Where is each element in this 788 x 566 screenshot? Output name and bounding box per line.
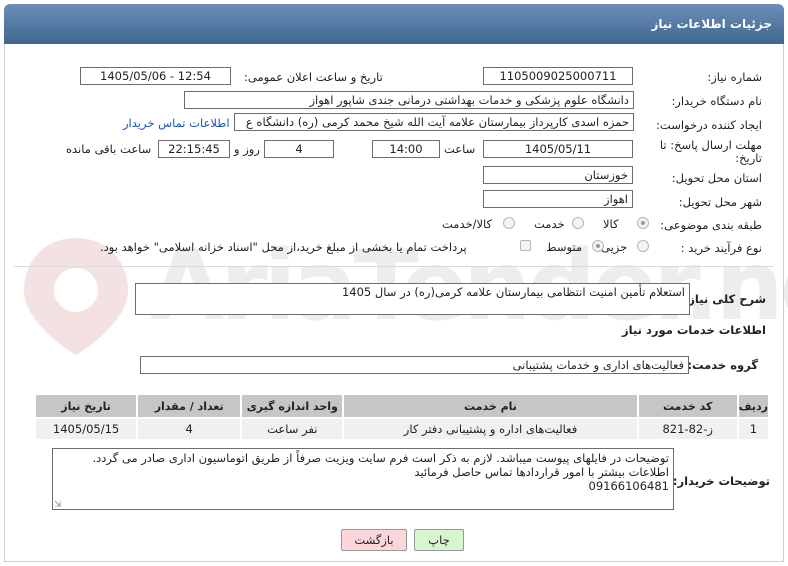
- category-radio-service[interactable]: [572, 217, 584, 229]
- cell-quantity: 4: [136, 417, 243, 441]
- requester-field: حمزه اسدی کارپرداز بیمارستان علامه آیت ا…: [234, 113, 634, 131]
- time-remaining-label: ساعت باقی مانده: [66, 142, 152, 156]
- buyer-contact-link[interactable]: اطلاعات تماس خریدار: [123, 116, 230, 130]
- services-table: ردیف کد خدمت نام خدمت واحد اندازه گیری ت…: [33, 393, 771, 441]
- days-label: روز و: [234, 142, 260, 156]
- category-option-goods: کالا: [603, 217, 619, 231]
- divider: [14, 266, 774, 267]
- time-remaining-field: 22:15:45: [158, 140, 230, 158]
- col-need-date: تاریخ نیاز: [33, 393, 139, 419]
- announce-date-field: 1405/05/06 - 12:54: [80, 67, 231, 85]
- buyer-org-label: نام دستگاه خریدار:: [671, 94, 762, 108]
- cell-service-name: فعالیت‌های اداره و پشتیبانی دفتر کار: [342, 417, 639, 441]
- buyer-notes-line: توضیحات در فایلهای پیوست میباشد. لازم به…: [92, 451, 669, 465]
- deadline-time-label: ساعت: [444, 142, 476, 156]
- treasury-payment-checkbox[interactable]: [520, 240, 531, 251]
- deadline-label: مهلت ارسال پاسخ: تا: [659, 138, 762, 152]
- province-label: استان محل تحویل:: [671, 171, 762, 185]
- table-header-row: ردیف کد خدمت نام خدمت واحد اندازه گیری ت…: [33, 393, 771, 419]
- city-field: اهواز: [483, 190, 633, 208]
- cell-need-date: 1405/05/15: [33, 417, 139, 441]
- deadline-time-field: 14:00: [372, 140, 440, 158]
- purchase-option-medium: متوسط: [546, 240, 583, 254]
- print-button[interactable]: چاپ: [414, 529, 464, 551]
- col-service-code: کد خدمت: [636, 393, 739, 419]
- back-button[interactable]: بازگشت: [341, 529, 407, 551]
- category-radio-goods-service[interactable]: [503, 217, 515, 229]
- page-title: جزئیات اطلاعات نیاز: [651, 17, 772, 31]
- purchase-radio-medium[interactable]: [592, 240, 604, 252]
- services-section-title: اطلاعات خدمات مورد نیاز: [622, 323, 766, 337]
- category-label: طبقه بندی موضوعی:: [660, 218, 762, 232]
- requester-label: ایجاد کننده درخواست:: [656, 118, 762, 132]
- summary-field: استعلام تأمین امنیت انتظامی بیمارستان عل…: [135, 283, 690, 315]
- deadline-date-label: تاریخ:: [735, 151, 762, 165]
- buyer-notes-line: 09166106481: [588, 479, 669, 493]
- col-quantity: تعداد / مقدار: [136, 393, 243, 419]
- buyer-notes-line: اطلاعات بیشتر با امور قراردادها تماس حاص…: [414, 465, 669, 479]
- treasury-payment-note: پرداخت تمام یا بخشی از مبلغ خرید،از محل …: [100, 240, 467, 254]
- cell-row: 1: [736, 417, 771, 441]
- province-field: خوزستان: [483, 166, 633, 184]
- deadline-date-field: 1405/05/11: [483, 140, 633, 158]
- cell-service-code: ز-82-821: [636, 417, 739, 441]
- category-radio-goods[interactable]: [637, 217, 649, 229]
- category-option-service: خدمت: [534, 217, 565, 231]
- buyer-org-field: دانشگاه علوم پزشکی و خدمات بهداشتی درمان…: [184, 91, 634, 109]
- buyer-notes-field: توضیحات در فایلهای پیوست میباشد. لازم به…: [52, 448, 674, 510]
- summary-label: شرح کلی نیاز:: [683, 292, 766, 306]
- page-header: جزئیات اطلاعات نیاز: [4, 4, 784, 44]
- service-group-label: گروه خدمت:: [687, 358, 758, 372]
- purchase-type-label: نوع فرآیند خرید :: [680, 241, 762, 255]
- service-group-field: فعالیت‌های اداری و خدمات پشتیبانی: [140, 356, 689, 374]
- days-remaining-field: 4: [264, 140, 334, 158]
- col-service-name: نام خدمت: [342, 393, 639, 419]
- purchase-radio-minor[interactable]: [637, 240, 649, 252]
- cell-unit: نفر ساعت: [240, 417, 345, 441]
- purchase-option-minor: جزیی: [601, 240, 628, 254]
- need-number-field: 1105009025000711: [483, 67, 633, 85]
- table-row: 1 ز-82-821 فعالیت‌های اداره و پشتیبانی د…: [33, 417, 771, 441]
- resize-handle-icon[interactable]: ⇲: [54, 500, 62, 510]
- city-label: شهر محل تحویل:: [678, 195, 762, 209]
- category-option-goods-service: کالا/خدمت: [442, 217, 493, 231]
- need-number-label: شماره نیاز:: [707, 70, 762, 84]
- announce-date-label: تاریخ و ساعت اعلان عمومی:: [244, 70, 383, 84]
- col-row: ردیف: [736, 393, 771, 419]
- col-unit: واحد اندازه گیری: [240, 393, 345, 419]
- buyer-notes-label: توضیحات خریدار:: [672, 474, 770, 488]
